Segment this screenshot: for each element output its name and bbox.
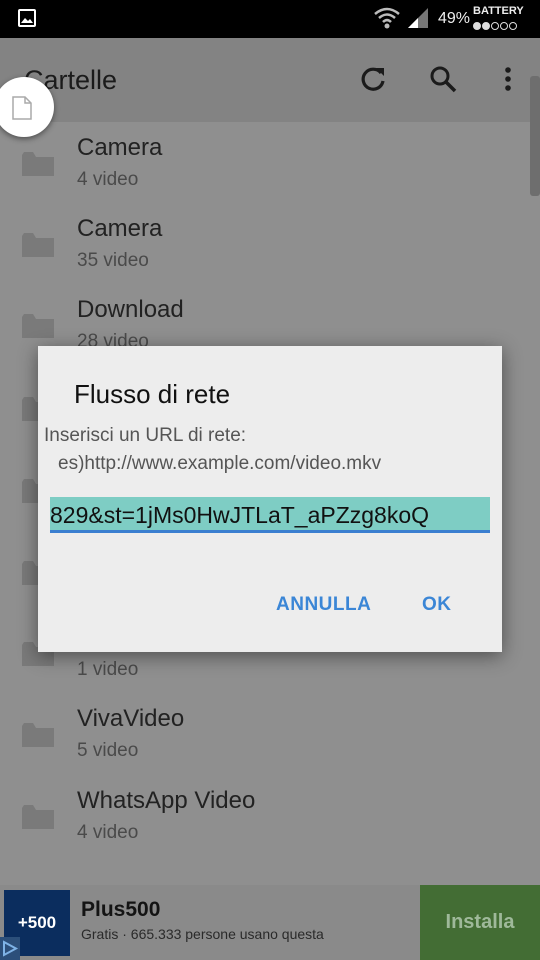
folder-name: Download [77,296,184,323]
folder-icon [22,805,54,829]
battery-percent: 49% [438,10,471,27]
cancel-button[interactable]: ANNULLA [276,594,371,616]
folder-count: 1 video [77,659,139,680]
folder-name: Camera [77,215,163,242]
ad-choices-icon[interactable] [0,937,20,960]
folder-item[interactable]: Camera 35 video [0,203,540,285]
folder-icon [22,152,54,176]
dialog-message: Inserisci un URL di rete: [44,425,247,446]
dialog-example: es)http://www.example.com/video.mkv [58,453,382,474]
folder-icon [22,723,54,747]
search-icon[interactable] [428,64,458,94]
folder-count: 35 video [77,250,149,271]
folder-item[interactable]: Camera 4 video [0,122,540,204]
folder-item[interactable]: VivaVideo 5 video [0,693,540,775]
battery-label: BATTERY [473,5,524,17]
ad-banner[interactable]: +500 Plus500 Gratis · 665.333 persone us… [0,885,540,960]
wifi-icon [374,7,400,29]
status-bar: 49% BATTERY [0,0,540,38]
network-stream-dialog: Flusso di rete Inserisci un URL di rete:… [38,346,502,652]
app-bar: Cartelle [0,38,540,122]
folder-icon [22,314,54,338]
refresh-icon[interactable] [358,64,388,94]
folder-name: VivaVideo [77,705,185,732]
folder-count: 5 video [77,740,139,761]
ok-button[interactable]: OK [422,594,452,616]
folder-count: 4 video [77,169,139,190]
more-vert-icon[interactable] [493,64,523,94]
dialog-title: Flusso di rete [74,379,231,409]
folder-icon [22,233,54,257]
scrollbar[interactable] [530,76,540,196]
battery-level-icon [473,17,518,35]
ad-title: Plus500 [81,898,161,921]
ad-subtitle: Gratis · 665.333 persone usano questa [81,926,324,942]
file-icon [12,96,32,120]
folder-count: 4 video [77,822,139,843]
folder-name: Camera [77,134,163,161]
folder-name: WhatsApp Video [77,787,256,814]
gallery-notification-icon [18,9,36,27]
cell-signal-icon [408,8,428,28]
folder-item[interactable]: WhatsApp Video 4 video [0,775,540,857]
install-button[interactable]: Installa [420,885,540,960]
url-input[interactable]: 829&st=1jMs0HwJTLaT_aPZzg8koQ [50,497,490,533]
